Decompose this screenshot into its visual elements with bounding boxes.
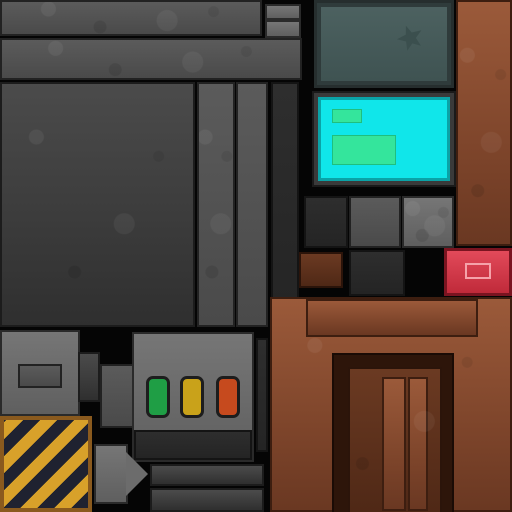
vertical-bar-3 [271, 82, 299, 327]
long-bar-top [0, 0, 262, 36]
door-slat-left [382, 377, 406, 511]
copper-door-frame [270, 297, 512, 512]
light-tile [402, 196, 454, 248]
hazard-crate [0, 416, 92, 512]
vertical-bar-2 [236, 82, 268, 327]
door-slat-right [408, 377, 428, 511]
bottom-rail-1 [150, 464, 264, 486]
side-rail [256, 338, 268, 452]
device-window [18, 364, 62, 388]
sprite-atlas [0, 0, 512, 512]
vertical-bar-1 [197, 82, 235, 327]
stamp-icon [394, 21, 427, 52]
dark-tile-2 [349, 250, 405, 296]
screen-bar-large [332, 135, 396, 165]
lamp-orange [216, 376, 240, 418]
cyan-screen-panel [314, 93, 454, 185]
drill-bit [94, 444, 128, 504]
dim-screen-panel [314, 0, 454, 88]
screen-bar-small [332, 109, 362, 123]
chevron-right-icon [126, 452, 148, 496]
long-bar-middle [0, 38, 302, 80]
dark-tile-1 [304, 196, 348, 248]
red-warning-panel [444, 248, 512, 296]
control-panel [132, 332, 254, 462]
checkmark-box-icon [465, 263, 491, 279]
small-plate-top [265, 4, 301, 20]
gradient-tile [349, 196, 401, 248]
door-top-ledge [306, 299, 478, 337]
connector-block [100, 364, 134, 428]
control-panel-base [134, 430, 252, 460]
large-metal-panel [0, 82, 195, 327]
device-nozzle [78, 352, 100, 402]
lamp-yellow [180, 376, 204, 418]
lamp-green [146, 376, 170, 418]
rust-vertical-panel [456, 0, 512, 246]
small-plate-under [265, 20, 301, 38]
small-rust-tile [299, 252, 343, 288]
bottom-rail-2 [150, 488, 264, 512]
